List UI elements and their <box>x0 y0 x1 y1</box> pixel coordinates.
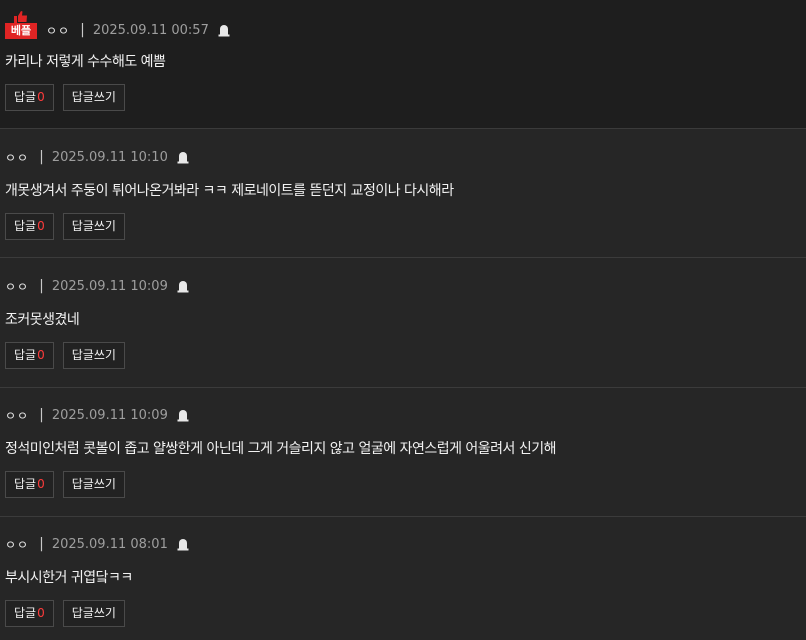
comment-meta: ㅇㅇ | 2025.09.11 08:01 <box>5 535 190 553</box>
comment-meta: ㅇㅇ | 2025.09.11 10:09 <box>5 406 190 424</box>
reply-count: 0 <box>37 477 45 491</box>
siren-icon[interactable] <box>176 279 190 293</box>
comment-text: 조커못생겼네 <box>5 312 80 328</box>
comment-date: 2025.09.11 08:01 <box>51 536 168 552</box>
siren-icon[interactable] <box>176 537 190 551</box>
comment-date: 2025.09.11 00:57 <box>92 22 209 38</box>
comment-actions: 답글0 답글쓰기 <box>5 600 125 627</box>
reply-count: 0 <box>37 348 45 362</box>
meta-separator: | <box>39 536 44 552</box>
comment-date: 2025.09.11 10:09 <box>51 278 168 294</box>
reply-count-button[interactable]: 답글0 <box>5 342 54 369</box>
reply-label: 답글 <box>14 348 37 362</box>
reply-label: 답글 <box>14 606 37 620</box>
reply-count-button[interactable]: 답글0 <box>5 84 54 111</box>
best-badge: 베플 <box>5 23 37 39</box>
reply-count: 0 <box>37 606 45 620</box>
author-name: ㅇㅇ <box>46 23 71 38</box>
comment-text: 정석미인처럼 콧볼이 좁고 얄쌍한게 아닌데 그게 거슬리지 않고 얼굴에 자연… <box>5 441 557 457</box>
write-reply-button[interactable]: 답글쓰기 <box>62 600 125 627</box>
write-reply-button[interactable]: 답글쓰기 <box>62 84 125 111</box>
reply-count-button[interactable]: 답글0 <box>5 471 54 498</box>
meta-separator: | <box>39 407 44 423</box>
comment-text: 개못생겨서 주둥이 튀어나온거봐라 ㅋㅋ 제로네이트를 뜯던지 교정이나 다시해… <box>5 183 454 199</box>
comment-actions: 답글0 답글쓰기 <box>5 471 125 498</box>
comment-item: ㅇㅇ | 2025.09.11 08:01 부시시한거 귀엽닼ㅋㅋ 답글0 답글… <box>0 517 806 640</box>
meta-separator: | <box>80 22 85 38</box>
write-reply-button[interactable]: 답글쓰기 <box>62 213 125 240</box>
comment-text: 카리나 저렇게 수수해도 예쁨 <box>5 54 166 70</box>
siren-icon[interactable] <box>217 23 231 37</box>
comment-item: ㅇㅇ | 2025.09.11 10:10 개못생겨서 주둥이 튀어나온거봐라 … <box>0 129 806 258</box>
comment-item: ㅇㅇ | 2025.09.11 10:09 조커못생겼네 답글0 답글쓰기 <box>0 258 806 388</box>
siren-icon[interactable] <box>176 150 190 164</box>
comment-meta: ㅇㅇ | 2025.09.11 10:09 <box>5 277 190 295</box>
comment-item: 베플 ㅇㅇ | 2025.09.11 00:57 카리나 저렇게 수수해도 예쁨… <box>0 0 806 129</box>
reply-count: 0 <box>37 90 45 104</box>
comment-list: 베플 ㅇㅇ | 2025.09.11 00:57 카리나 저렇게 수수해도 예쁨… <box>0 0 806 640</box>
comment-actions: 답글0 답글쓰기 <box>5 84 125 111</box>
meta-separator: | <box>39 149 44 165</box>
write-reply-button[interactable]: 답글쓰기 <box>62 342 125 369</box>
meta-separator: | <box>39 278 44 294</box>
comment-actions: 답글0 답글쓰기 <box>5 213 125 240</box>
comment-meta: 베플 ㅇㅇ | 2025.09.11 00:57 <box>5 11 231 39</box>
reply-count-button[interactable]: 답글0 <box>5 600 54 627</box>
comment-item: ㅇㅇ | 2025.09.11 10:09 정석미인처럼 콧볼이 좁고 얄쌍한게… <box>0 388 806 517</box>
author-name: ㅇㅇ <box>5 408 30 423</box>
thumbs-up-icon <box>14 11 27 23</box>
reply-count: 0 <box>37 219 45 233</box>
comment-meta: ㅇㅇ | 2025.09.11 10:10 <box>5 148 190 166</box>
reply-label: 답글 <box>14 90 37 104</box>
best-badge-group: 베플 <box>5 11 37 39</box>
reply-count-button[interactable]: 답글0 <box>5 213 54 240</box>
author-name: ㅇㅇ <box>5 537 30 552</box>
reply-label: 답글 <box>14 219 37 233</box>
write-reply-button[interactable]: 답글쓰기 <box>62 471 125 498</box>
author-name: ㅇㅇ <box>5 150 30 165</box>
reply-label: 답글 <box>14 477 37 491</box>
comment-text: 부시시한거 귀엽닼ㅋㅋ <box>5 570 133 586</box>
comment-date: 2025.09.11 10:09 <box>51 407 168 423</box>
comment-date: 2025.09.11 10:10 <box>51 149 168 165</box>
siren-icon[interactable] <box>176 408 190 422</box>
author-name: ㅇㅇ <box>5 279 30 294</box>
comment-actions: 답글0 답글쓰기 <box>5 342 125 369</box>
